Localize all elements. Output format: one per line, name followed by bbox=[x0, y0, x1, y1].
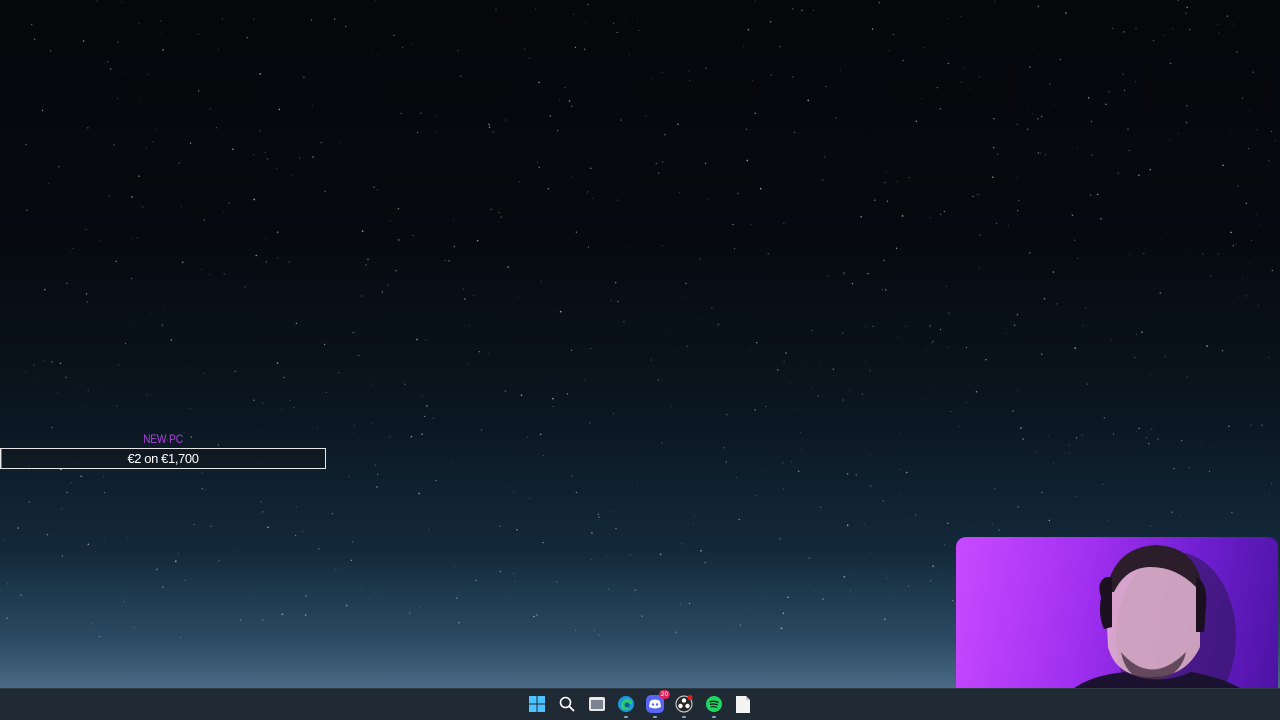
active-indicator bbox=[712, 716, 716, 718]
active-indicator bbox=[653, 716, 657, 718]
spotify-icon[interactable] bbox=[703, 693, 725, 718]
start-icon[interactable] bbox=[526, 693, 548, 715]
donation-goal-widget: NEW PC €2 on €1,700 bbox=[0, 430, 326, 469]
file-explorer-icon[interactable] bbox=[586, 693, 608, 715]
active-indicator bbox=[682, 716, 686, 718]
discord-icon[interactable]: 20 bbox=[644, 690, 670, 718]
search-icon[interactable] bbox=[556, 693, 578, 715]
active-indicator bbox=[624, 716, 628, 718]
goal-progress-text: €2 on €1,700 bbox=[127, 451, 199, 466]
obs-icon[interactable] bbox=[673, 693, 695, 718]
edge-icon[interactable] bbox=[615, 693, 637, 718]
notification-badge: 20 bbox=[659, 690, 670, 699]
windows-taskbar: 20 bbox=[0, 688, 1280, 720]
notepad-icon[interactable] bbox=[732, 693, 754, 715]
goal-title: NEW PC bbox=[143, 432, 183, 446]
goal-progress-bar: €2 on €1,700 bbox=[0, 448, 326, 469]
